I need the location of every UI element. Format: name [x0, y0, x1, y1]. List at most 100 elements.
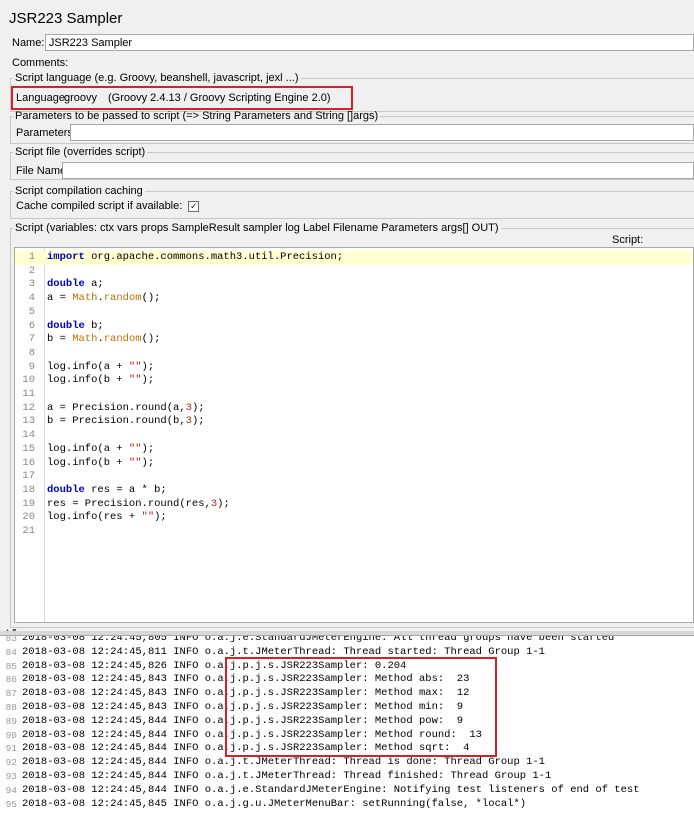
code-line: 10 log.info(b + ""); [15, 374, 693, 388]
code-line: 11 [15, 388, 693, 402]
log-line-number: 86 [5, 674, 17, 686]
code-line: 5 [15, 306, 693, 320]
log-text: 2018-03-08 12:24:45,805 INFO o.a.j.e.Sta… [22, 635, 615, 644]
parameters-row: Parameters: [14, 124, 694, 141]
log-line: 93 2018-03-08 12:24:45,844 INFO o.a.j.t.J… [0, 770, 694, 784]
code-line: 6 double b; [15, 320, 693, 334]
script-file-legend: Script file (overrides script) [15, 146, 146, 158]
code-line: 21 [15, 525, 693, 539]
code-line: 9 log.info(a + ""); [15, 361, 693, 375]
log-line-number: 84 [5, 646, 17, 658]
caching-legend: Script compilation caching [15, 185, 143, 197]
line-number: 10 [22, 374, 35, 387]
code-line: 4 a = Math.random(); [15, 292, 693, 306]
code-line: 3 double a; [15, 278, 693, 292]
comments-label: Comments: [12, 56, 69, 69]
log-line-number: 83 [5, 635, 17, 644]
comments-row: Comments: [10, 54, 694, 71]
code-line: 14 [15, 429, 693, 443]
log-line: 92 2018-03-08 12:24:45,844 INFO o.a.j.t.J… [0, 756, 694, 770]
line-number: 21 [22, 525, 35, 537]
code-text: double res = a * b; [47, 483, 167, 496]
code-text: log.info(b + ""); [47, 456, 155, 469]
parameters-legend: Parameters to be passed to script (=> St… [15, 110, 379, 122]
name-field[interactable]: JSR223 Sampler [44, 34, 694, 51]
line-number: 11 [22, 388, 35, 400]
log-text: 2018-03-08 12:24:45,844 INFO o.a.j.t.JMe… [22, 756, 545, 769]
code-line: 17 [15, 470, 693, 484]
parameters-label: Parameters: [16, 126, 76, 139]
line-number: 15 [22, 442, 35, 455]
comments-field[interactable] [73, 54, 694, 71]
log-line-number: 93 [5, 771, 17, 782]
code-text: log.info(b + ""); [47, 374, 155, 387]
line-number: 19 [22, 497, 35, 510]
script-legend: Script (variables: ctx vars props Sample… [15, 222, 499, 234]
line-number: 9 [28, 360, 35, 373]
script-language-legend: Script language (e.g. Groovy, beanshell,… [15, 72, 299, 84]
log-line-number: 95 [5, 798, 17, 810]
code-line: 20 log.info(res + ""); [15, 511, 693, 525]
caching-label: Cache compiled script if available: [16, 200, 183, 212]
log-line-number: 94 [5, 784, 17, 796]
line-number: 3 [28, 278, 35, 291]
language-highlight-box [11, 86, 353, 110]
code-line: 15 log.info(a + ""); [15, 443, 693, 457]
code-line: 7 b = Math.random(); [15, 333, 693, 347]
log-line: 95 2018-03-08 12:24:45,845 INFO o.a.j.g.u… [0, 798, 694, 812]
code-line: 2 [15, 265, 693, 279]
log-line-number: 89 [5, 715, 17, 727]
log-text: 2018-03-08 12:24:45,845 INFO o.a.j.g.u.J… [22, 797, 527, 810]
script-caption: Script: [612, 234, 644, 246]
file-name-label: File Name: [16, 164, 70, 177]
line-number: 12 [22, 401, 35, 414]
log-text: 2018-03-08 12:24:45,844 INFO o.a.j.t.JMe… [22, 770, 552, 782]
log-line-number: 92 [5, 757, 17, 769]
code-line: 1 import org.apache.commons.math3.util.Pr… [15, 251, 693, 265]
line-number: 20 [22, 511, 35, 524]
checkmark-icon: ✓ [190, 200, 198, 211]
line-number: 14 [22, 429, 35, 442]
line-number: 1 [28, 251, 35, 263]
code-text: a = Math.random(); [47, 292, 161, 305]
line-number: 4 [28, 292, 35, 305]
line-number: 16 [22, 456, 35, 469]
code-text: double a; [47, 278, 104, 291]
code-line: 13 b = Precision.round(b,3); [15, 415, 693, 429]
log-line-number: 87 [5, 688, 17, 700]
code-line: 12 a = Precision.round(a,3); [15, 402, 693, 416]
log-line-number: 91 [5, 743, 17, 755]
code-text: double b; [47, 319, 104, 332]
log-text: 2018-03-08 12:24:45,844 INFO o.a.j.e.Sta… [22, 783, 640, 796]
code-text: log.info(a + ""); [47, 442, 155, 455]
log-line: 94 2018-03-08 12:24:45,844 INFO o.a.j.e.S… [0, 784, 694, 798]
line-number: 17 [22, 470, 35, 483]
cache-checkbox[interactable]: ✓ [188, 200, 200, 212]
caching-row: Cache compiled script if available: ✓ [14, 200, 694, 212]
line-number: 13 [22, 415, 35, 428]
parameters-field[interactable] [70, 124, 694, 141]
code-line: 18 double res = a * b; [15, 484, 693, 498]
name-label: Name: [12, 36, 45, 49]
code-line: 16 log.info(b + ""); [15, 457, 693, 471]
code-text: b = Precision.round(b,3); [47, 415, 205, 428]
line-number: 7 [28, 333, 35, 346]
code-text: log.info(res + ""); [47, 511, 167, 524]
line-number: 8 [28, 346, 35, 359]
file-name-field[interactable] [62, 162, 694, 179]
line-number: 6 [28, 319, 35, 332]
code-line: 19 res = Precision.round(res,3); [15, 498, 693, 512]
log-line-number: 88 [5, 702, 17, 713]
log-highlight-box [225, 657, 497, 757]
code-text: res = Precision.round(res,3); [47, 497, 230, 510]
line-number: 18 [22, 483, 35, 496]
sampler-title: JSR223 Sampler [9, 10, 123, 27]
code-text: a = Precision.round(a,3); [47, 401, 205, 414]
log-line: 83 2018-03-08 12:24:45,805 INFO o.a.j.e.S… [0, 635, 694, 646]
code-line: 8 [15, 347, 693, 361]
log-line-number: 90 [5, 729, 17, 741]
log-line-number: 85 [5, 660, 17, 672]
name-row: Name: JSR223 Sampler [10, 34, 694, 51]
script-editor[interactable]: 1 import org.apache.commons.math3.util.Pr… [14, 247, 694, 623]
line-number: 2 [28, 264, 35, 277]
